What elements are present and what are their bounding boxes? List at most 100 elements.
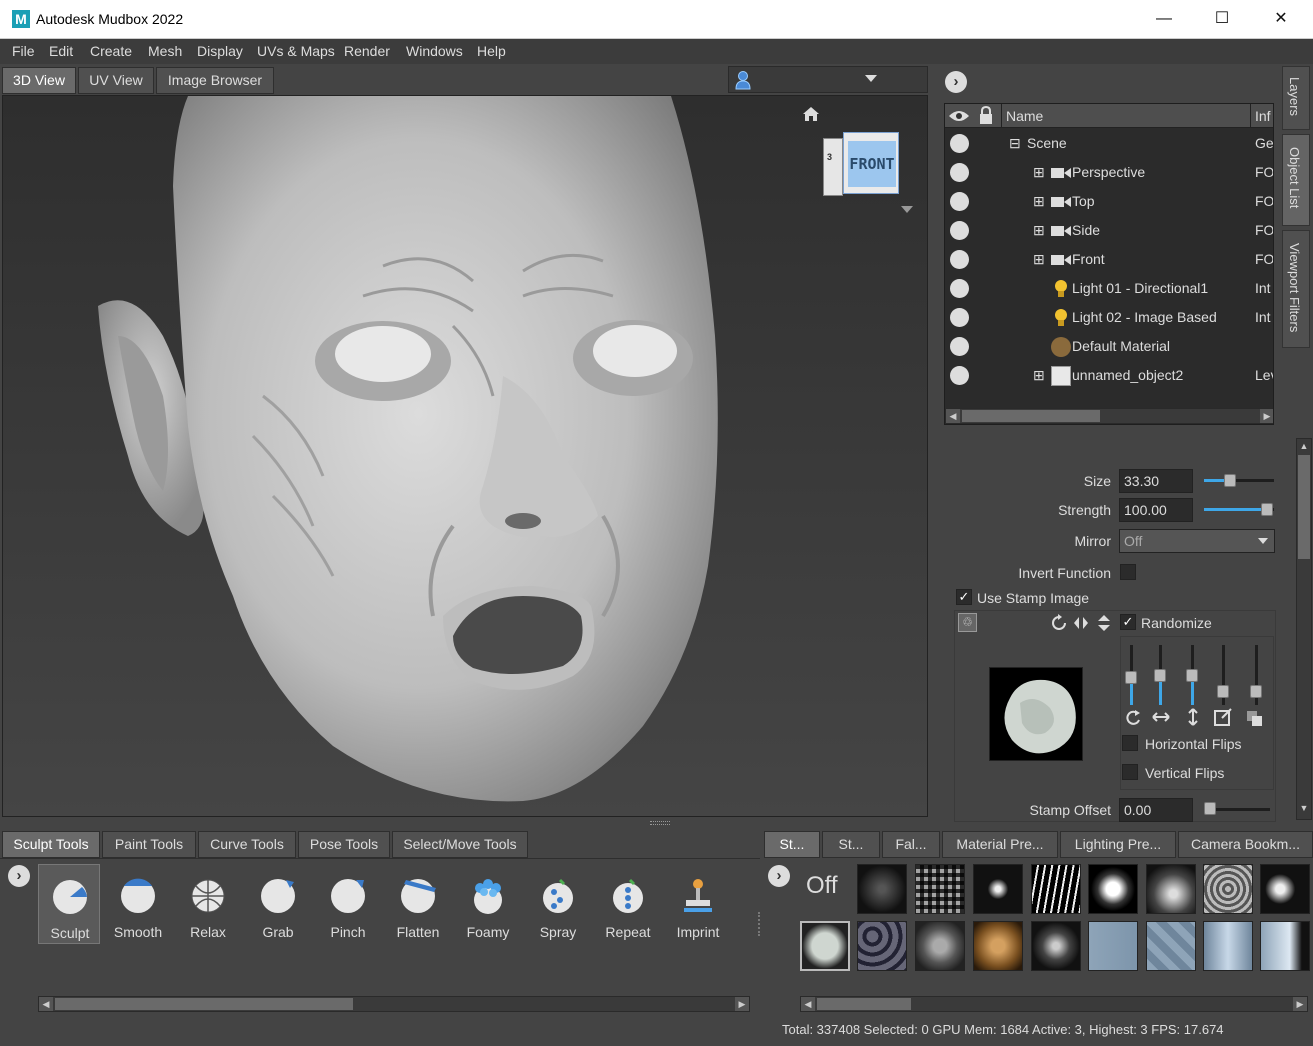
tree-expander-icon[interactable]: ⊟	[1009, 135, 1021, 152]
stamp-thumbnail[interactable]	[1260, 864, 1310, 914]
side-tab-viewport-filters[interactable]: Viewport Filters	[1282, 230, 1310, 348]
scroll-left-icon[interactable]: ◀	[801, 997, 815, 1011]
stamps-expand-icon[interactable]: ›	[768, 865, 790, 887]
tool-sculpt[interactable]: Sculpt	[38, 864, 100, 944]
menu-mesh[interactable]: Mesh	[148, 43, 182, 59]
stamp-offset-slider-handle[interactable]	[1204, 802, 1216, 815]
list-item[interactable]: ⊞ Front FO	[945, 245, 1273, 274]
tool-repeat[interactable]: Repeat	[597, 864, 659, 944]
tools-expand-icon[interactable]: ›	[8, 865, 30, 887]
visibility-toggle[interactable]	[950, 250, 969, 269]
properties-vscrollbar[interactable]: ▲ ▼	[1296, 438, 1312, 820]
menu-file[interactable]: File	[12, 43, 35, 59]
scroll-up-icon[interactable]: ▲	[1298, 441, 1310, 453]
tool-smooth[interactable]: Smooth	[107, 864, 169, 944]
list-item[interactable]: ⊞ Side FO	[945, 216, 1273, 245]
stamp-thumbnail[interactable]	[1031, 921, 1081, 971]
list-item[interactable]: Light 02 - Image Based Int	[945, 303, 1273, 332]
scroll-left-icon[interactable]: ◀	[39, 997, 53, 1011]
tab-3d-view[interactable]: 3D View	[2, 67, 76, 94]
tree-expander-icon[interactable]: ⊞	[1033, 193, 1045, 210]
stamp-thumbnail[interactable]	[1146, 921, 1196, 971]
size-field[interactable]: 33.30	[1119, 469, 1193, 493]
side-tab-object-list[interactable]: Object List	[1282, 134, 1310, 226]
stamp-thumbnail-selected[interactable]	[800, 921, 850, 971]
visibility-eye-icon[interactable]	[948, 109, 970, 123]
scroll-thumb[interactable]	[55, 998, 353, 1010]
scroll-right-icon[interactable]: ▶	[1260, 409, 1273, 423]
tab-pose-tools[interactable]: Pose Tools	[298, 831, 390, 858]
tab-sculpt-tools[interactable]: Sculpt Tools	[2, 831, 100, 858]
tool-flatten[interactable]: Flatten	[387, 864, 449, 944]
stamp-thumbnail[interactable]	[973, 864, 1023, 914]
tab-falloff[interactable]: Fal...	[882, 831, 940, 858]
stamp-thumbnail[interactable]	[857, 921, 907, 971]
stamp-thumbnail[interactable]	[973, 921, 1023, 971]
menu-display[interactable]: Display	[197, 43, 243, 59]
stamp-thumbnail[interactable]	[857, 864, 907, 914]
menu-edit[interactable]: Edit	[49, 43, 73, 59]
list-item[interactable]: Default Material	[945, 332, 1273, 361]
menu-uvs-maps[interactable]: UVs & Maps	[257, 43, 335, 59]
stamp-thumbnail[interactable]	[1088, 921, 1138, 971]
scale-random-slider[interactable]	[1217, 685, 1229, 698]
tool-imprint[interactable]: Imprint	[667, 864, 729, 944]
view-cube[interactable]: 3 FRONT	[823, 132, 901, 198]
side-tab-layers[interactable]: Layers	[1282, 66, 1310, 130]
tab-paint-tools[interactable]: Paint Tools	[102, 831, 196, 858]
menu-render[interactable]: Render	[344, 43, 390, 59]
viewcube-menu-icon[interactable]	[901, 206, 913, 213]
list-item[interactable]: ⊞ Top FO	[945, 187, 1273, 216]
tab-stamps[interactable]: St...	[764, 831, 820, 858]
scroll-down-icon[interactable]: ▼	[1298, 803, 1310, 815]
stamp-offset-field[interactable]: 0.00	[1119, 798, 1193, 822]
stamp-thumbnail[interactable]	[1203, 921, 1253, 971]
stamp-thumbnail[interactable]	[1203, 864, 1253, 914]
size-slider-handle[interactable]	[1224, 474, 1236, 487]
tab-camera-bookmarks[interactable]: Camera Bookm...	[1178, 831, 1313, 858]
tree-expander-icon[interactable]: ⊞	[1033, 251, 1045, 268]
stamp-thumbnail[interactable]	[1031, 864, 1081, 914]
menu-windows[interactable]: Windows	[406, 43, 463, 59]
scroll-left-icon[interactable]: ◀	[946, 409, 960, 423]
home-icon[interactable]	[802, 106, 820, 122]
scroll-thumb[interactable]	[962, 410, 1100, 422]
visibility-toggle[interactable]	[950, 337, 969, 356]
stamp-thumbnail[interactable]	[1146, 864, 1196, 914]
visibility-toggle[interactable]	[950, 192, 969, 211]
object-list-hscrollbar[interactable]: ◀ ▶	[945, 408, 1273, 424]
stamp-thumbnail[interactable]	[915, 864, 965, 914]
stamp-browse-icon[interactable]: ♲	[958, 613, 977, 632]
use-stamp-image-checkbox[interactable]: ✓	[956, 589, 972, 605]
visibility-toggle[interactable]	[950, 134, 969, 153]
invert-function-checkbox[interactable]	[1120, 564, 1136, 580]
list-item[interactable]: ⊞ unnamed_object2 Lev	[945, 361, 1273, 390]
visibility-toggle[interactable]	[950, 163, 969, 182]
column-info-header[interactable]: Inf	[1255, 108, 1271, 124]
scroll-right-icon[interactable]: ▶	[735, 997, 749, 1011]
scroll-thumb[interactable]	[1298, 455, 1310, 559]
tab-select-move-tools[interactable]: Select/Move Tools	[392, 831, 528, 858]
tools-hscrollbar[interactable]: ◀ ▶	[38, 996, 750, 1012]
horizontal-random-slider[interactable]	[1154, 669, 1166, 682]
horizontal-flips-checkbox[interactable]	[1122, 735, 1138, 751]
splitter-handle[interactable]	[650, 821, 670, 825]
stamp-thumbnail[interactable]	[1260, 921, 1310, 971]
stamp-thumbnail[interactable]	[915, 921, 965, 971]
tree-expander-icon[interactable]: ⊞	[1033, 367, 1045, 384]
opacity-random-slider[interactable]	[1250, 685, 1262, 698]
tree-expander-icon[interactable]: ⊞	[1033, 164, 1045, 181]
vertical-flips-checkbox[interactable]	[1122, 764, 1138, 780]
column-name-header[interactable]: Name	[1006, 108, 1043, 124]
rotate-random-slider[interactable]	[1125, 671, 1137, 684]
tab-lighting-presets[interactable]: Lighting Pre...	[1060, 831, 1176, 858]
close-button[interactable]: ✕	[1258, 6, 1304, 32]
tool-grab[interactable]: Grab	[247, 864, 309, 944]
list-item[interactable]: ⊞ Perspective FO	[945, 158, 1273, 187]
tool-spray[interactable]: Spray	[527, 864, 589, 944]
vertical-random-slider[interactable]	[1186, 669, 1198, 682]
strength-field[interactable]: 100.00	[1119, 498, 1193, 522]
tree-expander-icon[interactable]: ⊞	[1033, 222, 1045, 239]
list-item[interactable]: Light 01 - Directional1 Int	[945, 274, 1273, 303]
lock-icon[interactable]	[978, 106, 994, 125]
